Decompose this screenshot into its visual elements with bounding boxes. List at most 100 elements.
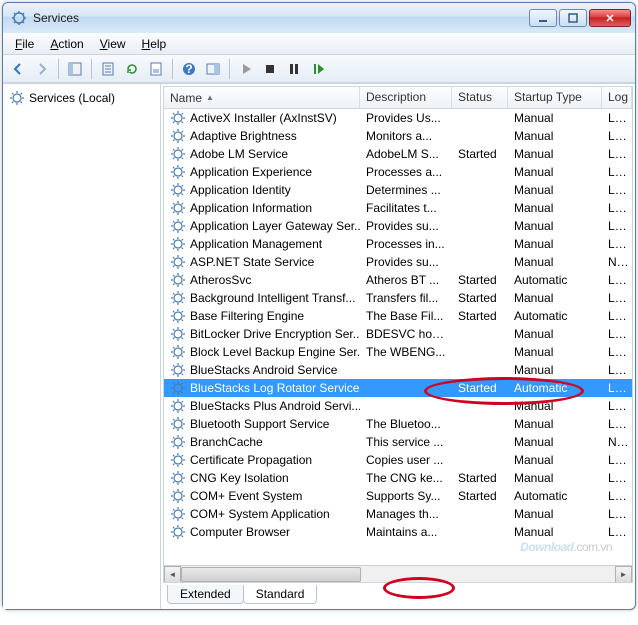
refresh-button[interactable] (121, 58, 143, 80)
help-button[interactable]: ? (178, 58, 200, 80)
cell-name: Adobe LM Service (164, 146, 360, 162)
cell-startup: Manual (508, 165, 602, 179)
cell-logon: Loc (602, 381, 632, 395)
gear-icon (170, 290, 186, 306)
export-list-button[interactable] (97, 58, 119, 80)
cell-startup: Manual (508, 111, 602, 125)
cell-status: Started (452, 471, 508, 485)
cell-name: ASP.NET State Service (164, 254, 360, 270)
cell-startup: Manual (508, 255, 602, 269)
titlebar[interactable]: Services (3, 3, 635, 33)
table-row[interactable]: COM+ System ApplicationManages th...Manu… (164, 505, 632, 523)
cell-logon: Loc (602, 489, 632, 503)
table-row[interactable]: Block Level Backup Engine Ser...The WBEN… (164, 343, 632, 361)
gear-icon (170, 236, 186, 252)
body-area: Services (Local) Name▲ Description Statu… (3, 83, 635, 609)
pause-service-button[interactable] (283, 58, 305, 80)
back-button[interactable] (7, 58, 29, 80)
table-row[interactable]: BlueStacks Android ServiceManualLoc (164, 361, 632, 379)
table-row[interactable]: Application InformationFacilitates t...M… (164, 199, 632, 217)
start-service-button[interactable] (235, 58, 257, 80)
cell-description: Manages th... (360, 507, 452, 521)
gear-icon (170, 308, 186, 324)
table-row[interactable]: CNG Key IsolationThe CNG ke...StartedMan… (164, 469, 632, 487)
action-pane-button[interactable] (202, 58, 224, 80)
properties-button[interactable] (145, 58, 167, 80)
restart-service-button[interactable] (307, 58, 329, 80)
horizontal-scrollbar[interactable]: ◄ ► (164, 565, 632, 582)
services-list: Name▲ Description Status Startup Type Lo… (163, 86, 633, 583)
table-row[interactable]: BranchCacheThis service ...ManualNet (164, 433, 632, 451)
table-row[interactable]: COM+ Event SystemSupports Sy...StartedAu… (164, 487, 632, 505)
menu-help[interactable]: Help (134, 35, 175, 53)
cell-description: Provides su... (360, 255, 452, 269)
cell-description: Determines ... (360, 183, 452, 197)
col-header-logon[interactable]: Log (602, 87, 632, 108)
cell-description: The Bluetoo... (360, 417, 452, 431)
cell-name: CNG Key Isolation (164, 470, 360, 486)
forward-button[interactable] (31, 58, 53, 80)
cell-description: Processes a... (360, 165, 452, 179)
stop-service-button[interactable] (259, 58, 281, 80)
gear-icon (170, 110, 186, 126)
cell-startup: Manual (508, 237, 602, 251)
left-tree-pane[interactable]: Services (Local) (3, 84, 161, 609)
gear-icon (170, 452, 186, 468)
scroll-thumb[interactable] (181, 567, 361, 582)
cell-logon: Loc (602, 129, 632, 143)
tab-standard[interactable]: Standard (243, 585, 318, 604)
cell-name: ActiveX Installer (AxInstSV) (164, 110, 360, 126)
table-row[interactable]: Bluetooth Support ServiceThe Bluetoo...M… (164, 415, 632, 433)
cell-name: Block Level Backup Engine Ser... (164, 344, 360, 360)
close-button[interactable] (589, 9, 631, 27)
table-row[interactable]: AtherosSvcAtheros BT ...StartedAutomatic… (164, 271, 632, 289)
cell-name: Base Filtering Engine (164, 308, 360, 324)
table-row[interactable]: Application ExperienceProcesses a...Manu… (164, 163, 632, 181)
table-row[interactable]: Adaptive BrightnessMonitors a...ManualLo… (164, 127, 632, 145)
scroll-left-button[interactable]: ◄ (164, 566, 181, 583)
table-row[interactable]: Certificate PropagationCopies user ...Ma… (164, 451, 632, 469)
table-row[interactable]: Application IdentityDetermines ...Manual… (164, 181, 632, 199)
gear-icon (170, 200, 186, 216)
list-body[interactable]: ActiveX Installer (AxInstSV)Provides Us.… (164, 109, 632, 565)
menu-action[interactable]: Action (42, 35, 91, 53)
cell-status: Started (452, 489, 508, 503)
maximize-button[interactable] (559, 9, 587, 27)
cell-description: Monitors a... (360, 129, 452, 143)
tab-extended[interactable]: Extended (167, 585, 244, 604)
table-row[interactable]: ActiveX Installer (AxInstSV)Provides Us.… (164, 109, 632, 127)
table-row[interactable]: Base Filtering EngineThe Base Fil...Star… (164, 307, 632, 325)
col-header-name[interactable]: Name▲ (164, 87, 360, 108)
table-row[interactable]: ASP.NET State ServiceProvides su... Manua… (164, 253, 632, 271)
cell-name: Certificate Propagation (164, 452, 360, 468)
table-row[interactable]: BlueStacks Plus Android Servi...ManualLo… (164, 397, 632, 415)
table-row[interactable]: Application ManagementProcesses in...Man… (164, 235, 632, 253)
menu-view[interactable]: View (92, 35, 134, 53)
table-row[interactable]: BlueStacks Log Rotator ServiceStartedAut… (164, 379, 632, 397)
col-header-description[interactable]: Description (360, 87, 452, 108)
scroll-right-button[interactable]: ► (615, 566, 632, 583)
tree-root-services-local[interactable]: Services (Local) (5, 88, 158, 108)
gear-icon (170, 434, 186, 450)
cell-startup: Manual (508, 147, 602, 161)
cell-name: BitLocker Drive Encryption Ser... (164, 326, 360, 342)
cell-startup: Automatic (508, 381, 602, 395)
table-row[interactable]: BitLocker Drive Encryption Ser...BDESVC … (164, 325, 632, 343)
col-header-startup-type[interactable]: Startup Type (508, 87, 602, 108)
table-row[interactable]: Computer BrowserMaintains a...ManualLoc (164, 523, 632, 541)
minimize-button[interactable] (529, 9, 557, 27)
table-row[interactable]: Adobe LM ServiceAdobeLM S...StartedManua… (164, 145, 632, 163)
table-row[interactable]: Background Intelligent Transf...Transfer… (164, 289, 632, 307)
cell-description: Transfers fil... (360, 291, 452, 305)
menu-file[interactable]: File (7, 35, 42, 53)
cell-logon: Loc (602, 453, 632, 467)
cell-logon: Loc (602, 237, 632, 251)
col-header-status[interactable]: Status (452, 87, 508, 108)
show-hide-tree-button[interactable] (64, 58, 86, 80)
table-row[interactable]: Application Layer Gateway Ser...Provides… (164, 217, 632, 235)
cell-name: COM+ System Application (164, 506, 360, 522)
sort-asc-icon: ▲ (206, 93, 214, 102)
right-pane: Name▲ Description Status Startup Type Lo… (161, 84, 635, 609)
cell-name: Application Identity (164, 182, 360, 198)
cell-logon: Loc (602, 345, 632, 359)
